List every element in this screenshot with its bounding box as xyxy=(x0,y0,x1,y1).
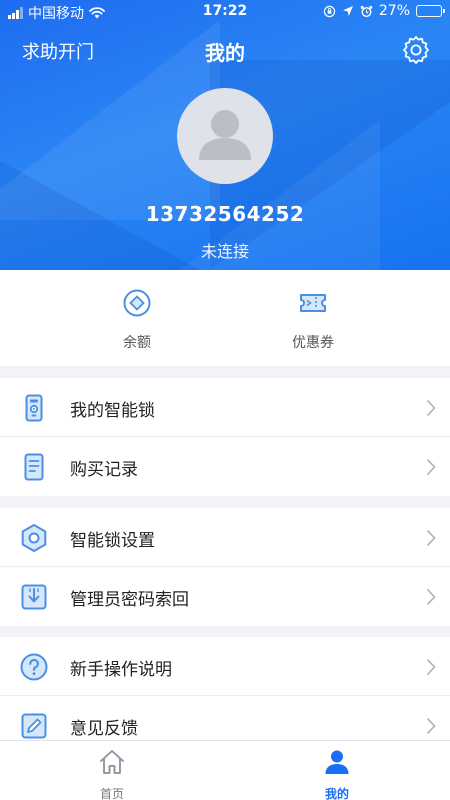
avatar[interactable] xyxy=(177,88,273,184)
help-icon xyxy=(20,653,48,681)
tab-home[interactable]: 首页 xyxy=(62,747,162,800)
connection-status: 未连接 xyxy=(200,242,249,261)
menu-item-label: 意见反馈 xyxy=(70,719,138,739)
home-icon xyxy=(100,750,124,774)
balance-button[interactable]: 余额 xyxy=(77,288,197,352)
menu-item-admin-password-recovery[interactable]: 管理员密码索回 xyxy=(0,567,450,626)
gear-icon[interactable] xyxy=(400,34,432,66)
battery-icon xyxy=(416,5,445,17)
tab-label: 首页 xyxy=(99,787,124,800)
user-silhouette-icon xyxy=(199,110,251,160)
menu-section-help: 新手操作说明 意见反馈 xyxy=(0,637,450,755)
user-icon xyxy=(325,750,349,774)
menu-item-lock-settings[interactable]: 智能锁设置 xyxy=(0,508,450,567)
chevron-right-icon xyxy=(426,717,436,735)
coupon-icon xyxy=(300,294,326,312)
chevron-right-icon xyxy=(426,529,436,547)
lock-settings-icon xyxy=(21,524,47,552)
page-title: 我的 xyxy=(205,41,245,65)
chevron-right-icon xyxy=(426,588,436,606)
tab-mine[interactable]: 我的 xyxy=(287,747,387,800)
tab-label: 我的 xyxy=(324,787,349,800)
alarm-icon xyxy=(360,5,373,17)
password-recovery-icon xyxy=(21,584,47,610)
purchase-record-icon xyxy=(24,453,44,481)
menu-item-label: 我的智能锁 xyxy=(70,401,155,421)
menu-item-my-smart-lock[interactable]: 我的智能锁 xyxy=(0,378,450,437)
balance-icon xyxy=(123,289,151,317)
coupon-label: 优惠券 xyxy=(292,335,334,351)
coupon-button[interactable]: 优惠券 xyxy=(253,288,373,352)
menu-section-settings: 智能锁设置 管理员密码索回 xyxy=(0,508,450,626)
tab-bar: 首页 我的 xyxy=(0,740,450,800)
feedback-icon xyxy=(21,713,47,739)
chevron-right-icon xyxy=(426,399,436,417)
status-bar: 中国移动 17:22 27% xyxy=(0,0,450,24)
battery-percent: 27% xyxy=(378,3,410,19)
menu-item-purchase-record[interactable]: 购买记录 xyxy=(0,437,450,496)
location-icon xyxy=(342,6,353,16)
rotation-lock-icon xyxy=(323,5,336,17)
menu-item-label: 购买记录 xyxy=(70,460,138,480)
menu-item-label: 管理员密码索回 xyxy=(70,590,189,610)
phone-number: 13732564252 xyxy=(145,202,305,226)
quick-actions: 余额 优惠券 xyxy=(0,270,450,366)
profile-header: 中国移动 17:22 27% 求助开门 我的 13732564252 未连接 xyxy=(0,0,450,270)
chevron-right-icon xyxy=(426,458,436,476)
menu-section-lock: 我的智能锁 购买记录 xyxy=(0,378,450,496)
chevron-right-icon xyxy=(426,658,436,676)
smart-lock-icon xyxy=(25,394,43,422)
menu-item-beginner-guide[interactable]: 新手操作说明 xyxy=(0,637,450,696)
menu-item-label: 智能锁设置 xyxy=(70,531,155,551)
balance-label: 余额 xyxy=(123,335,151,351)
menu-item-label: 新手操作说明 xyxy=(70,660,172,680)
